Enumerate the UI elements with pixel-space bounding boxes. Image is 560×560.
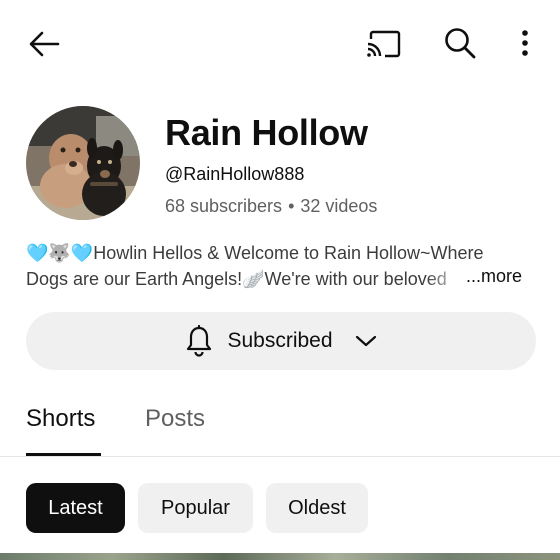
tab-shorts[interactable]: Shorts	[26, 405, 95, 433]
tab-posts[interactable]: Posts	[145, 405, 205, 433]
description-more-link[interactable]: ...more	[466, 266, 522, 287]
arrow-left-icon	[29, 31, 60, 57]
description-line-2: Dogs are our Earth Angels!🪽We're with ou…	[26, 266, 466, 292]
avatar-image	[26, 106, 140, 220]
shorts-thumbnail-strip[interactable]	[0, 553, 560, 560]
search-icon	[445, 28, 476, 59]
subscribed-button[interactable]: Subscribed	[26, 312, 536, 370]
cast-icon	[367, 30, 401, 58]
search-button[interactable]	[438, 22, 482, 64]
channel-handle: @RainHollow888	[165, 164, 305, 184]
more-options-button[interactable]	[510, 22, 540, 64]
subscriber-count: 68 subscribers	[165, 196, 283, 216]
cast-button[interactable]	[360, 24, 406, 64]
chip-oldest[interactable]: Oldest	[266, 483, 368, 533]
chip-latest[interactable]: Latest	[26, 483, 125, 533]
chip-popular[interactable]: Popular	[138, 483, 253, 533]
channel-avatar[interactable]	[26, 106, 140, 220]
video-count: 32 videos	[300, 196, 378, 216]
channel-description[interactable]: 🩵🐺🩵Howlin Hellos & Welcome to Rain Hollo…	[26, 240, 536, 292]
more-vertical-icon	[522, 30, 528, 56]
bell-icon	[187, 325, 212, 357]
chevron-down-icon	[355, 335, 376, 347]
subscribed-label: Subscribed	[227, 329, 333, 352]
description-line-1: 🩵🐺🩵Howlin Hellos & Welcome to Rain Hollo…	[26, 243, 484, 263]
channel-tabs: Shorts Posts	[0, 395, 560, 457]
active-tab-indicator	[26, 453, 101, 456]
channel-stats: 68 subscribers • 32 videos	[165, 196, 377, 217]
back-button[interactable]	[22, 24, 66, 64]
channel-name: Rain Hollow	[165, 112, 368, 153]
stats-separator: •	[288, 196, 295, 216]
top-bar	[0, 0, 560, 86]
